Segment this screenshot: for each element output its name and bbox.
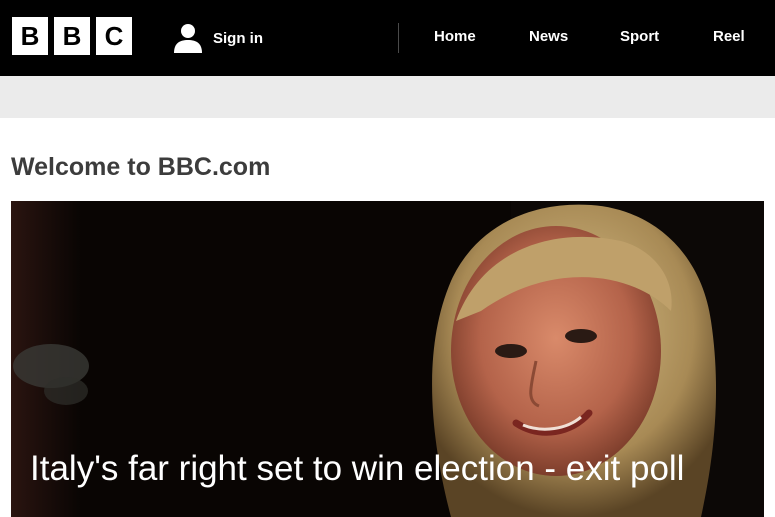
- nav-item-news[interactable]: News: [529, 28, 568, 45]
- hero-headline[interactable]: Italy's far right set to win election - …: [30, 447, 730, 491]
- nav-item-reel[interactable]: Reel: [713, 28, 745, 45]
- main-nav: Home News Sport Reel: [0, 28, 775, 48]
- top-navigation-bar: B B C Sign in Home News Sport Reel: [0, 0, 775, 76]
- nav-item-sport[interactable]: Sport: [620, 28, 659, 45]
- page-title: Welcome to BBC.com: [11, 153, 271, 181]
- hero-story[interactable]: Italy's far right set to win election - …: [11, 201, 764, 517]
- sub-navigation-bar: [0, 76, 775, 118]
- nav-item-home[interactable]: Home: [434, 28, 476, 45]
